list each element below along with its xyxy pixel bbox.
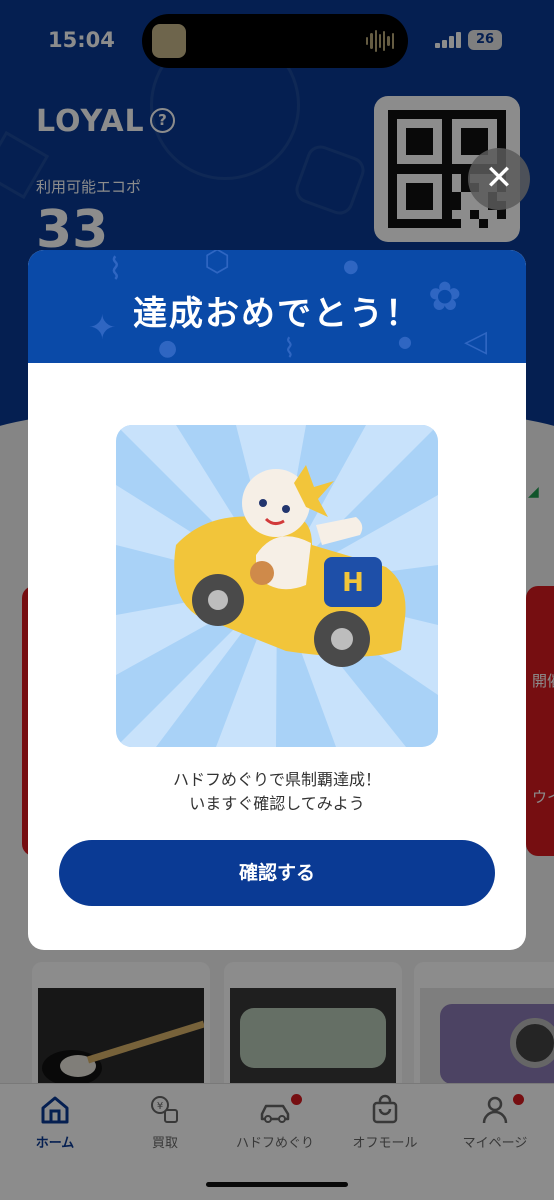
svg-text:H: H	[342, 568, 364, 598]
confetti-icon: ⬡	[204, 250, 231, 279]
confetti-icon: ●	[343, 256, 359, 277]
modal-message: ハドフめぐりで県制覇達成！ いますぐ確認してみよう	[28, 768, 526, 816]
confetti-icon: ●	[158, 336, 178, 361]
modal-title: 達成おめでとう！	[133, 294, 421, 334]
modal-header: ⌇ ⬡ ✦ ● ⌇ ● ✿ ◁ ● 達成おめでとう！	[28, 250, 526, 363]
modal-message-line: いますぐ確認してみよう	[189, 794, 365, 813]
confetti-icon: ⌇	[283, 334, 296, 363]
achievement-modal: ⌇ ⬡ ✦ ● ⌇ ● ✿ ◁ ● 達成おめでとう！ H ハドフめぐりで県制覇達…	[28, 250, 526, 950]
mascot-car-image: H	[116, 425, 438, 747]
confirm-button[interactable]: 確認する	[59, 840, 495, 906]
achievement-illustration: H	[116, 425, 438, 747]
close-icon[interactable]: ✕	[468, 148, 530, 210]
modal-message-line: ハドフめぐりで県制覇達成！	[172, 770, 381, 789]
confetti-icon: ⌇	[108, 252, 123, 287]
